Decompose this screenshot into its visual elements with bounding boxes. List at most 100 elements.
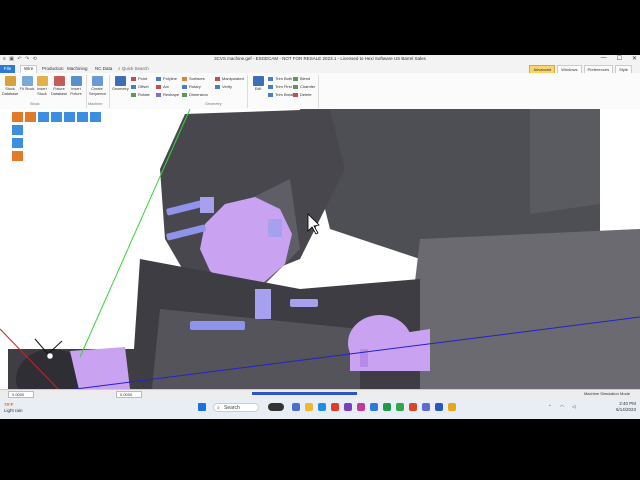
fixture-database-icon [53,76,65,86]
arc-button[interactable]: Arc [156,84,169,89]
app-icon-pink[interactable] [357,403,365,411]
clock-date: 6/14/2023 [615,407,636,412]
teams-icon[interactable] [422,403,430,411]
verify-button[interactable]: Verify [215,84,232,89]
view-front-icon[interactable] [11,150,24,162]
search-icon: ⌕ [118,66,121,71]
create-sequence-button[interactable]: Create Sequence [89,76,106,96]
edge-icon[interactable] [318,403,326,411]
rotate-icon [131,92,136,97]
3d-viewport[interactable] [0,109,640,409]
ribbon-separator [318,75,319,108]
powerpoint-icon[interactable] [409,403,417,411]
geometry-icon [114,76,126,86]
verify-icon [215,84,220,89]
volume-icon[interactable]: ◁ [572,404,575,410]
trim-break-button[interactable]: Trim Break [268,92,294,97]
tool-block-1 [200,197,214,213]
ribbon: Stock Database Fit Stock Insert Stock Fi… [0,73,640,110]
edit-button[interactable]: Edit [250,76,266,92]
trim-both-icon [268,76,273,81]
tab-nc-data[interactable]: NC Data [95,66,112,71]
rotary-button[interactable]: Rotary [182,84,201,89]
arc-icon [156,84,161,89]
taskbar-search[interactable]: ⌕ Search [213,403,259,412]
fixture-database-button[interactable]: Fixture Database [51,76,67,96]
workpiece [70,347,130,394]
trim-break-icon [268,92,273,97]
group-label-geometry: Geometry [205,102,222,106]
insert-stock-button[interactable]: Insert Stock [34,76,50,96]
minimize-button[interactable]: — [601,55,607,62]
widget-app-icon[interactable] [268,403,284,411]
app-icon-red[interactable] [331,403,339,411]
polyline-button[interactable]: Polyline [156,76,177,81]
view-settings-icon[interactable] [76,111,89,123]
tray-chevron-icon[interactable]: ⌃ [548,404,552,410]
wifi-icon[interactable]: ◠ [560,404,564,410]
view-grid-icon[interactable] [89,111,102,123]
app-icon-yellow[interactable] [448,403,456,411]
fit-stock-button[interactable]: Fit Stock [19,76,35,92]
file-explorer-icon[interactable] [305,403,313,411]
tool-holder-3 [190,321,245,330]
trim-first-button[interactable]: Trim First [268,84,292,89]
trim-first-icon [268,84,273,89]
tool-block-3 [255,289,271,319]
surfaces-icon [182,76,187,81]
taskview-icon[interactable] [292,403,300,411]
close-button[interactable]: ✕ [632,55,637,62]
view-fit-icon[interactable] [37,111,50,123]
excel-icon[interactable] [383,403,391,411]
view-top-icon[interactable] [11,137,24,149]
view-wire-icon[interactable] [24,111,37,123]
quick-search[interactable]: ⌕ Quick Search [118,66,149,71]
app-icon-green[interactable] [396,403,404,411]
app-icon-purple[interactable] [344,403,352,411]
rotate-button[interactable]: Rotate [131,92,150,97]
reshape-icon [156,92,161,97]
ribbon-separator [86,75,87,108]
rotary-icon [182,84,187,89]
stock-database-button[interactable]: Stock Database [2,76,18,96]
windows-start-icon[interactable] [198,403,206,411]
fit-stock-icon [21,76,33,86]
weather-text: Light rain [4,408,23,413]
search-icon: ⌕ [217,405,220,411]
blend-button[interactable]: Blend [293,76,310,81]
chamfer-button[interactable]: Chamfer [293,84,315,89]
group-label-stock: Stock [30,102,40,106]
view-iso-icon[interactable] [11,124,24,136]
dimension-icon [182,92,187,97]
weather-widget[interactable]: 79°F Light rain [4,402,23,414]
triad-origin [46,352,54,360]
reshape-button[interactable]: Reshape [156,92,179,97]
view-shade-icon[interactable] [11,111,24,123]
point-button[interactable]: Point [131,76,147,81]
tab-production[interactable]: Production [42,66,64,71]
maximize-button[interactable]: ☐ [617,55,622,62]
surfaces-button[interactable]: Surfaces [182,76,205,81]
weather-temp: 79°F [4,402,14,407]
tab-file[interactable]: File [0,65,15,73]
taskbar-search-label: Search [224,405,240,411]
trim-both-button[interactable]: Trim Both [268,76,292,81]
status-bar: 0.0000 0.0000 Machine Simulation Mode [0,389,640,398]
tab-machining[interactable]: Machining [67,66,88,71]
dimension-button[interactable]: Dimension [182,92,208,97]
tool-holder-4 [290,299,318,307]
word-icon[interactable] [435,403,443,411]
view-window-icon[interactable] [63,111,76,123]
sequence-icon [91,76,103,86]
delete-button[interactable]: Delete [293,92,312,97]
view-zoom-icon[interactable] [50,111,63,123]
insert-fixture-button[interactable]: Insert Fixture [68,76,84,96]
manipulated-button[interactable]: Manipulated [215,76,244,81]
status-progress [252,392,357,395]
tab-wire[interactable]: Wire [20,65,38,73]
clock[interactable]: 2:40 PM 6/14/2023 [616,401,636,413]
offset-button[interactable]: Offset [131,84,149,89]
clock-time: 2:40 PM [619,401,636,406]
outlook-icon[interactable] [370,403,378,411]
geometry-button[interactable]: Geometry [112,76,129,92]
